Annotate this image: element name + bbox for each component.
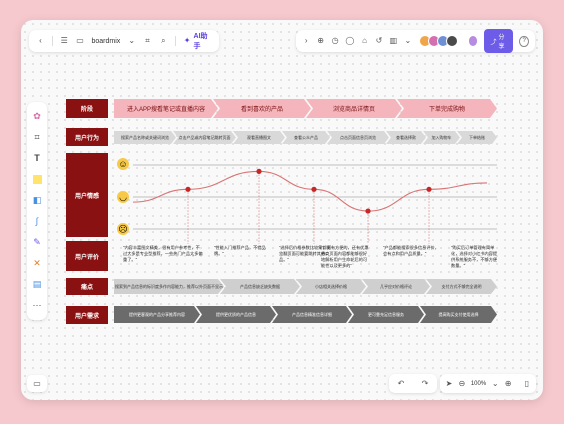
review-text: "购买后订单管理有简单化，选择对小红书内容提供系统服务不，不够方便数量。" — [451, 245, 498, 268]
app-window: ‹ ☰ ▭ boardmix ⌄ ⌗ ⌕ ✦ AI助手 › ⊕ ◷ ◯ ⌂ ↺ … — [21, 20, 543, 400]
need-step[interactable]: 更可靠充足信息服务 — [348, 306, 424, 323]
review-text: "都挺有方便的，还有优惠券，页面内容都能够很好地解析用户生命轮后的可能性以及更多… — [321, 245, 369, 268]
emotion-point — [426, 186, 432, 192]
emotion-line — [132, 170, 488, 212]
pain-step[interactable]: 几乎应对价格评论 — [362, 279, 430, 294]
emotion-point — [365, 208, 371, 214]
pain-step[interactable]: 产品信息缺乏缺失数据 — [220, 279, 300, 294]
need-step[interactable]: 产品信息精准信息详细 — [272, 306, 352, 323]
review-text: "内容丰富图文精美，很有用户参考性，不过大多是专业型推荐，一些热门产品太多偏重了… — [123, 245, 203, 262]
pain-step[interactable]: 小店相关选择价格 — [296, 279, 366, 294]
journey-map: 阶段 用户行为 用户情感 用户评价 痛点 用户需求 进入APP搜看笔记或直播内容… — [21, 20, 543, 400]
emotion-point — [185, 186, 191, 192]
need-step[interactable]: 提高购买支付使用选择 — [420, 306, 497, 323]
need-step[interactable]: 提供更客观的产品分享推荐内容 — [114, 306, 200, 323]
pain-step[interactable]: 搜索到产品信息的标识度多作内容能力，推荐以外页面不显示 — [114, 279, 224, 294]
emotion-point — [256, 168, 262, 174]
emotion-point — [311, 186, 317, 192]
need-step[interactable]: 提供更优质的产品信息 — [196, 306, 276, 323]
review-text: "产品都能搜索很多信息评价，会有点和用户品质量。" — [383, 245, 439, 256]
pain-step[interactable]: 支付方式不够完全说明 — [426, 279, 497, 294]
emotion-curve — [132, 164, 497, 244]
review-text: "性能入门推荐产品，不错品牌。" — [214, 245, 266, 256]
